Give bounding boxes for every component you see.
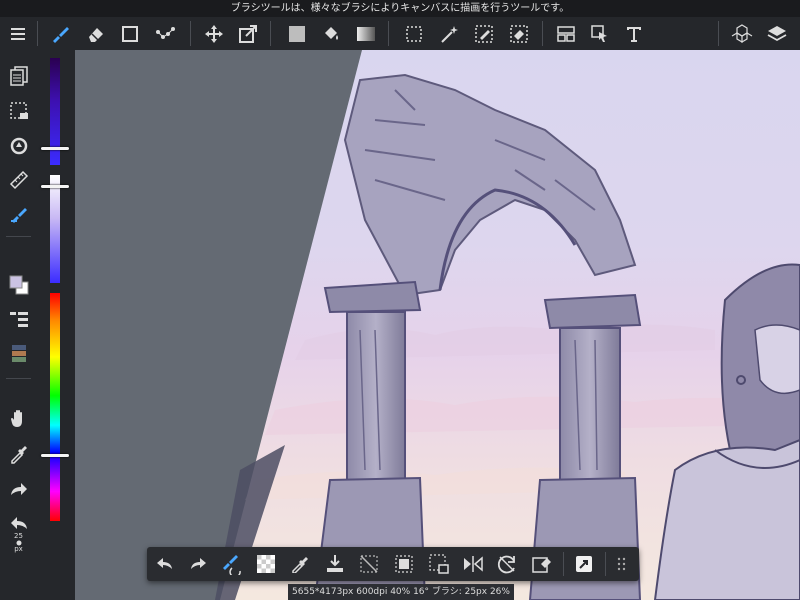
rectangle-icon[interactable] <box>115 17 145 50</box>
menu-icon[interactable] <box>3 17 33 50</box>
select-eraser-icon[interactable] <box>504 17 534 50</box>
left-toolbar: 25 px <box>0 50 37 600</box>
transform-icon[interactable] <box>233 17 263 50</box>
eraser-fill-icon[interactable] <box>527 549 557 579</box>
brush-size-indicator[interactable]: 25 px <box>0 531 37 555</box>
3d-icon[interactable] <box>727 17 757 50</box>
color-sliders <box>37 50 75 600</box>
quick-access-bar <box>147 547 639 581</box>
gradient-icon[interactable] <box>351 17 381 50</box>
status-bar: 5655*4173px 600dpi 40% 16° ブラシ: 25px 26% <box>288 584 514 600</box>
dot-icon[interactable] <box>150 17 180 50</box>
redo-icon[interactable] <box>183 549 213 579</box>
brush-size-unit: px <box>14 545 23 553</box>
eyedropper-icon[interactable] <box>285 549 315 579</box>
move-icon[interactable] <box>199 17 229 50</box>
eraser-icon[interactable] <box>81 17 111 50</box>
saturation-slider-handle[interactable] <box>41 185 69 188</box>
rotate-icon[interactable] <box>0 131 37 161</box>
ruler-icon[interactable] <box>0 165 37 195</box>
layout-icon[interactable] <box>551 17 581 50</box>
select-pen-icon[interactable] <box>469 17 499 50</box>
save-icon[interactable] <box>320 549 350 579</box>
flip-icon[interactable] <box>458 549 488 579</box>
brush-icon[interactable] <box>45 17 75 50</box>
color-slider-mode-icon[interactable] <box>0 305 37 335</box>
undo-icon[interactable] <box>150 549 180 579</box>
status-text: 5655*4173px 600dpi 40% 16° ブラシ: 25px 26% <box>292 587 510 597</box>
main-toolbar <box>0 17 800 50</box>
shortcut-icon[interactable] <box>569 549 599 579</box>
selection-show-icon[interactable] <box>0 96 37 126</box>
operation-icon[interactable] <box>585 17 615 50</box>
select-clip-icon[interactable] <box>424 549 454 579</box>
select-rect-icon[interactable] <box>399 17 429 50</box>
rotate-reset-icon[interactable] <box>492 549 522 579</box>
brush-eraser-icon[interactable] <box>216 549 246 579</box>
color-swatch-icon[interactable] <box>0 270 37 300</box>
grid-icon[interactable] <box>608 549 638 579</box>
tool-tip-text: ブラシツールは、様々なブラシによりキャンバスに描画を行うツールです。 <box>230 3 570 14</box>
tool-tip-bar: ブラシツールは、様々なブラシによりキャンバスに描画を行うツールです。 <box>0 0 800 17</box>
bucket-icon[interactable] <box>316 17 346 50</box>
brush-size-value: 25 <box>14 532 23 540</box>
redo-icon[interactable] <box>0 474 37 504</box>
magic-wand-icon[interactable] <box>434 17 464 50</box>
snap-brush-icon[interactable] <box>0 199 37 229</box>
fill-rect-icon[interactable] <box>282 17 312 50</box>
brightness-slider-handle[interactable] <box>41 147 69 150</box>
color-palette-icon[interactable] <box>0 339 37 369</box>
hand-icon[interactable] <box>0 404 37 434</box>
canvas-area[interactable] <box>75 50 800 600</box>
select-all-icon[interactable] <box>389 549 419 579</box>
hue-slider[interactable] <box>50 293 60 521</box>
eyedropper-icon[interactable] <box>0 439 37 469</box>
transparent-icon[interactable] <box>251 549 281 579</box>
layers-icon[interactable] <box>762 17 792 50</box>
saturation-slider[interactable] <box>50 175 60 283</box>
deselect-icon[interactable] <box>354 549 384 579</box>
text-icon[interactable] <box>619 17 649 50</box>
hue-slider-handle[interactable] <box>41 454 69 457</box>
canvas-artwork <box>215 50 800 600</box>
pages-icon[interactable] <box>0 61 37 91</box>
